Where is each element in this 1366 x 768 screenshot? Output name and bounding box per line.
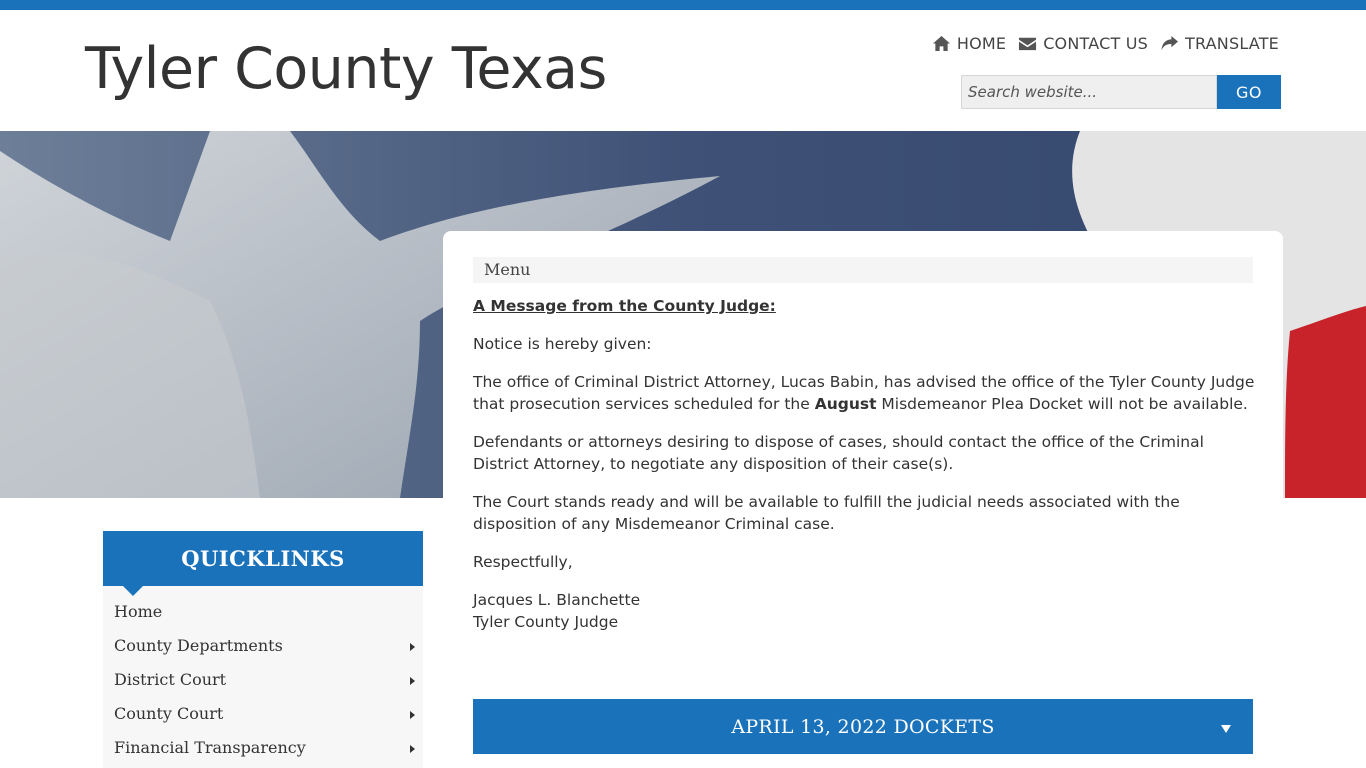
message-notice: Notice is hereby given:: [473, 335, 652, 353]
home-icon: [932, 35, 950, 52]
envelope-icon: [1019, 37, 1037, 51]
quicklinks-header: QUICKLINKS: [103, 531, 423, 596]
site-header: Tyler County Texas HOME CONTACT US TRANS…: [0, 10, 1366, 131]
home-link[interactable]: HOME: [932, 34, 1006, 53]
quicklinks-panel: QUICKLINKS Home County Departments Distr…: [103, 531, 423, 768]
utility-nav: HOME CONTACT US TRANSLATE: [932, 34, 1279, 53]
caret-right-icon: [410, 711, 415, 719]
quicklinks-title: QUICKLINKS: [181, 546, 345, 571]
translate-link-label: TRANSLATE: [1185, 34, 1279, 53]
home-link-label: HOME: [956, 34, 1007, 53]
header-pointer: [123, 586, 143, 596]
signature-title: Tyler County Judge: [473, 613, 619, 631]
message-heading: A Message from the County Judge:: [473, 297, 776, 315]
site-search: GO: [961, 75, 1281, 109]
caret-down-icon: [1221, 725, 1231, 733]
main-content-card: Menu A Message from the County Judge: No…: [443, 231, 1283, 768]
message-closing: Respectfully,: [473, 553, 573, 571]
quicklink-financial-transparency[interactable]: Financial Transparency: [103, 732, 423, 766]
top-accent-bar: [0, 0, 1366, 10]
site-title[interactable]: Tyler County Texas: [85, 36, 607, 102]
caret-right-icon: [410, 677, 415, 685]
docket-title: APRIL 13, 2022 DOCKETS: [731, 715, 995, 738]
signature-name: Jacques L. Blanchette: [473, 591, 641, 609]
quicklink-district-court[interactable]: District Court: [103, 664, 423, 698]
share-icon: [1161, 35, 1179, 51]
quicklinks-list: Home County Departments District Court C…: [103, 586, 423, 766]
translate-link[interactable]: TRANSLATE: [1160, 34, 1279, 53]
contact-us-link[interactable]: CONTACT US: [1018, 34, 1148, 53]
search-input[interactable]: [961, 75, 1217, 109]
contact-us-link-label: CONTACT US: [1043, 34, 1149, 53]
quicklink-county-departments[interactable]: County Departments: [103, 630, 423, 664]
caret-right-icon: [410, 745, 415, 753]
quicklink-home[interactable]: Home: [103, 596, 423, 630]
message-paragraph-2: Defendants or attorneys desiring to disp…: [473, 433, 1204, 473]
docket-accordion-header[interactable]: APRIL 13, 2022 DOCKETS: [473, 699, 1253, 754]
quicklink-county-court[interactable]: County Court: [103, 698, 423, 732]
message-signature: Jacques L. Blanchette Tyler County Judge: [473, 589, 1258, 633]
search-go-button[interactable]: GO: [1217, 75, 1281, 109]
message-paragraph-3: The Court stands ready and will be avail…: [473, 493, 1180, 533]
menu-toggle[interactable]: Menu: [473, 257, 1253, 283]
message-paragraph-1: The office of Criminal District Attorney…: [473, 373, 1255, 413]
caret-right-icon: [410, 643, 415, 651]
judge-message: A Message from the County Judge: Notice …: [473, 295, 1258, 649]
